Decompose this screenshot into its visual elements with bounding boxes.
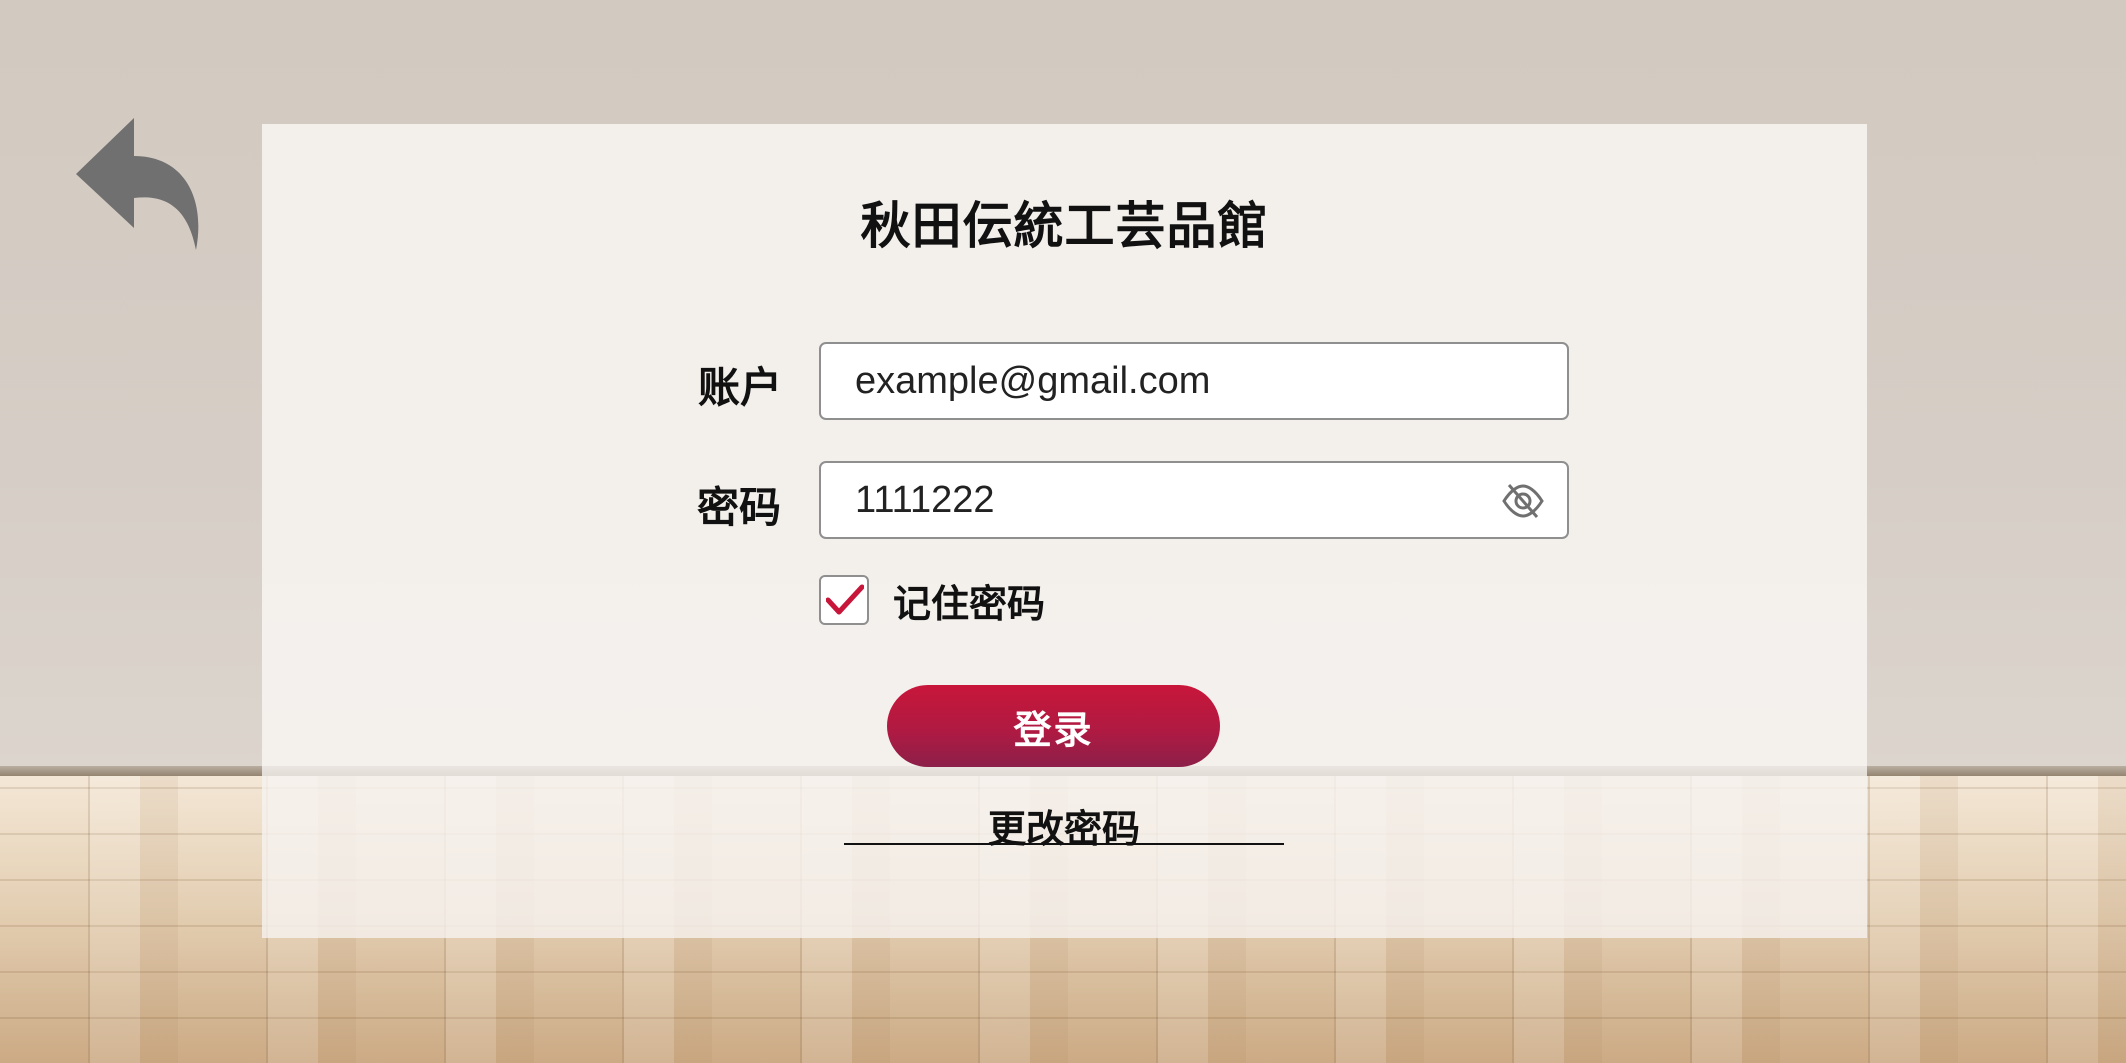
- account-label: 账户: [698, 363, 783, 412]
- password-input[interactable]: [855, 463, 1495, 537]
- password-label: 密码: [697, 483, 782, 532]
- change-password-underline: [844, 843, 1284, 845]
- account-input[interactable]: [855, 344, 1495, 418]
- password-visibility-toggle[interactable]: [1501, 481, 1545, 521]
- login-screen: 秋田伝統工芸品館 账户 密码 记住密码 登录 更改密码: [0, 0, 2126, 1063]
- page-title: 秋田伝統工芸品館: [860, 197, 1269, 255]
- checkbox-box[interactable]: [819, 575, 869, 625]
- account-field[interactable]: [819, 342, 1569, 420]
- remember-password-checkbox[interactable]: 记住密码: [819, 574, 1045, 626]
- back-arrow-icon: [76, 118, 199, 250]
- checkmark-icon: [826, 584, 864, 615]
- remember-password-label: 记住密码: [893, 581, 1046, 626]
- back-button[interactable]: [76, 118, 206, 250]
- password-field[interactable]: [819, 461, 1569, 539]
- login-button[interactable]: 登录: [887, 685, 1220, 767]
- eye-slash-icon: [1502, 484, 1544, 518]
